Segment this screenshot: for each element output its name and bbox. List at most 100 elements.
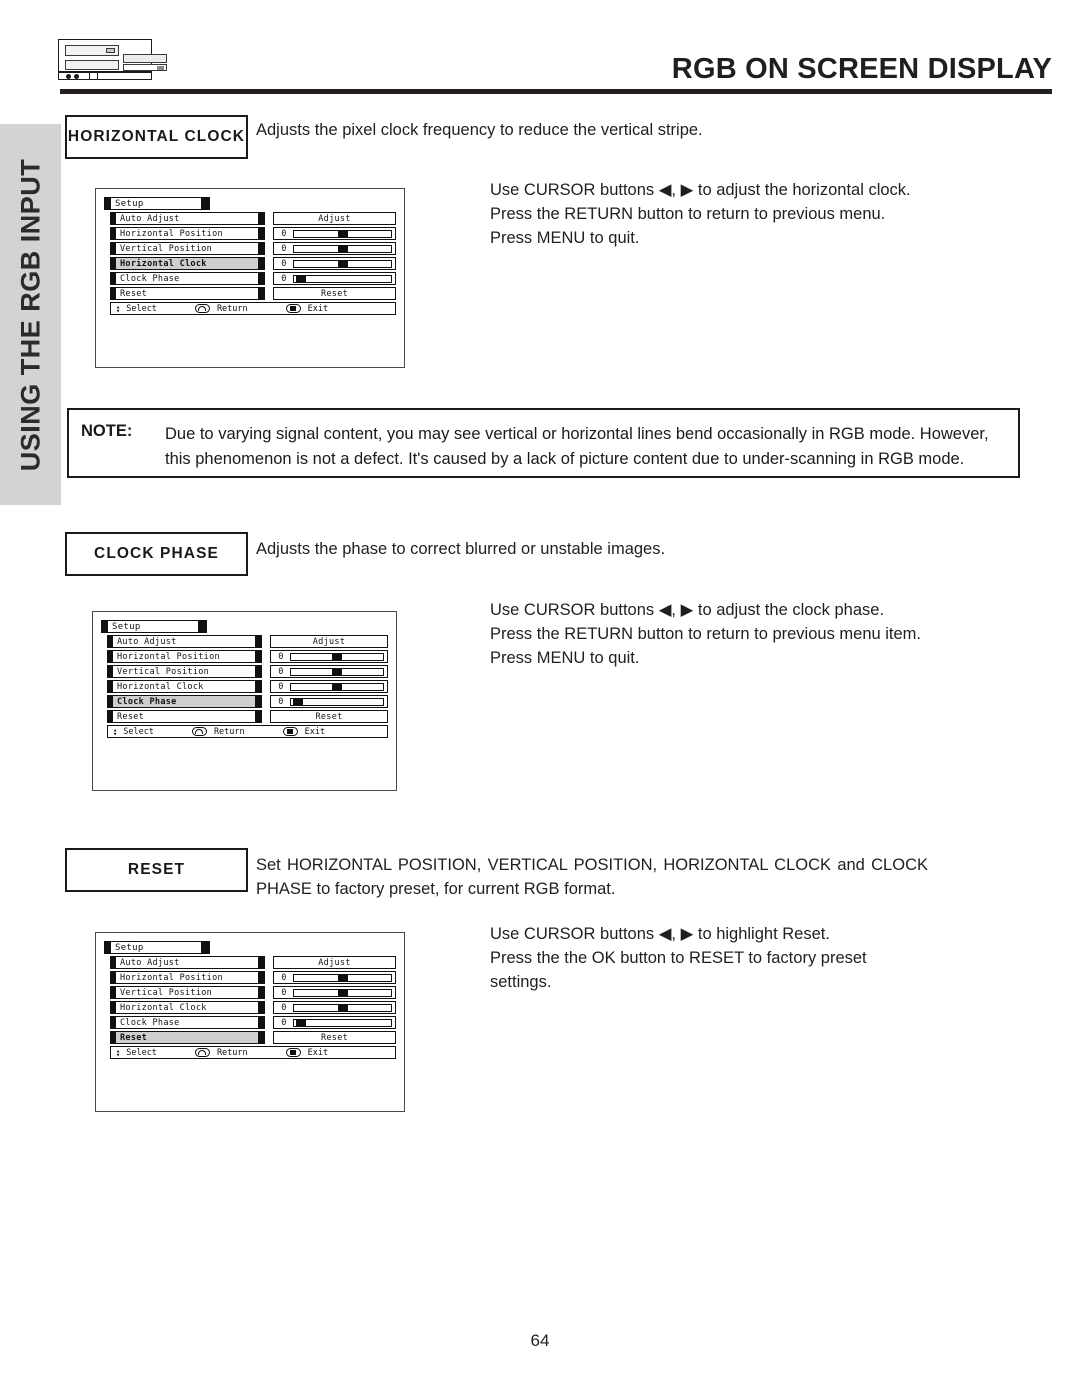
instruction-line: Press MENU to quit. [490,229,640,247]
osd-button-reset[interactable]: Reset [273,287,396,300]
osd-row-marker-right [258,1001,265,1014]
osd-button-reset[interactable]: Reset [273,1031,396,1044]
osd-slider[interactable]: 0 [273,272,396,285]
osd-slider[interactable]: 0 [273,1001,396,1014]
osd-slider-thumb[interactable] [337,1004,348,1011]
menu-key-icon[interactable] [282,727,298,736]
up-down-arrow-icon: ▴ ▾ [116,1046,121,1059]
osd-slider-thumb[interactable] [292,698,303,705]
menu-key-icon[interactable] [285,304,301,313]
osd-slider[interactable]: 0 [273,1016,396,1029]
osd-footer-select-label: Select [126,1047,157,1058]
osd-slider-thumb[interactable] [337,230,348,237]
osd-slider-track[interactable] [290,652,384,661]
osd-slider-thumb[interactable] [295,1019,306,1026]
osd-slider-track[interactable] [293,259,392,268]
osd-slider-value: 0 [278,651,284,662]
osd-row-horizontal-position[interactable]: Horizontal Position 0 [104,227,396,240]
note-label: NOTE: [81,422,133,440]
osd-slider-thumb[interactable] [332,683,342,690]
osd-footer-return-label: Return [213,726,245,737]
osd-footer-select-label: Select [123,726,154,737]
osd-title-cap-left [101,620,108,633]
osd-slider[interactable]: 0 [270,665,388,678]
osd-slider-thumb[interactable] [332,668,342,675]
osd-slider-track[interactable] [293,244,392,253]
osd-row-clock-phase[interactable]: Clock Phase 0 [104,1016,396,1029]
instruction-line: Press the RETURN button to return to pre… [490,625,922,643]
osd-row-vertical-position[interactable]: Vertical Position 0 [101,665,388,678]
osd-slider[interactable]: 0 [270,680,388,693]
osd-slider-thumb[interactable] [332,653,342,660]
osd-button-reset[interactable]: Reset [270,710,388,723]
osd-row-reset[interactable]: Reset Reset [104,287,396,300]
osd-row-clock-phase[interactable]: Clock Phase 0 [104,272,396,285]
osd-row-reset[interactable]: Reset Reset [104,1031,396,1044]
menu-key-icon[interactable] [285,1048,301,1057]
osd-button-adjust[interactable]: Adjust [273,956,396,969]
section-label-clock-phase: CLOCK PHASE [65,532,248,576]
section-label-reset: RESET [65,848,248,892]
osd-slider-track[interactable] [290,697,384,706]
osd-row-horizontal-position[interactable]: Horizontal Position 0 [101,650,388,663]
osd-slider[interactable]: 0 [273,242,396,255]
osd-slider-track[interactable] [290,682,384,691]
osd-slider-value: 0 [278,681,284,692]
return-key-icon[interactable] [194,304,210,313]
osd-row-horizontal-clock[interactable]: Horizontal Clock 0 [104,1001,396,1014]
osd-row-label: Clock Phase [116,1016,258,1029]
section-label-text: CLOCK PHASE [94,545,219,562]
osd-slider[interactable]: 0 [273,971,396,984]
osd-row-vertical-position[interactable]: Vertical Position 0 [104,242,396,255]
osd-slider-thumb[interactable] [337,260,348,267]
osd-slider-track[interactable] [293,988,392,997]
osd-row-horizontal-clock[interactable]: Horizontal Clock 0 [101,680,388,693]
osd-slider-track[interactable] [293,973,392,982]
osd-row-auto-adjust[interactable]: Auto Adjust Adjust [101,635,388,648]
osd-row-horizontal-clock[interactable]: Horizontal Clock 0 [104,257,396,270]
osd-slider-value: 0 [281,228,287,239]
up-down-arrow-icon: ▴ ▾ [116,302,121,315]
osd-slider-thumb[interactable] [337,974,348,981]
osd-title-label: Setup [111,941,201,954]
osd-slider-track[interactable] [293,229,392,238]
osd-slider-thumb[interactable] [295,275,306,282]
osd-button-adjust[interactable]: Adjust [273,212,396,225]
osd-row-auto-adjust[interactable]: Auto Adjust Adjust [104,212,396,225]
osd-row-clock-phase[interactable]: Clock Phase 0 [101,695,388,708]
osd-slider[interactable]: 0 [270,695,388,708]
osd-row-label: Auto Adjust [116,212,258,225]
page-title: RGB ON SCREEN DISPLAY [671,53,1052,85]
osd-row-auto-adjust[interactable]: Auto Adjust Adjust [104,956,396,969]
osd-slider[interactable]: 0 [273,227,396,240]
header-divider [60,89,1052,94]
osd-slider-track[interactable] [290,667,384,676]
osd-slider[interactable]: 0 [273,257,396,270]
osd-row-marker-right [258,1016,265,1029]
osd-slider-track[interactable] [293,274,392,283]
osd-slider-thumb[interactable] [337,989,348,996]
osd-row-vertical-position[interactable]: Vertical Position 0 [104,986,396,999]
osd-slider[interactable]: 0 [273,986,396,999]
osd-slider-value: 0 [278,666,284,677]
osd-button-adjust[interactable]: Adjust [270,635,388,648]
osd-slider-thumb[interactable] [337,245,348,252]
section-instructions-reset: Use CURSOR buttons ◀, ▶ to highlight Res… [490,922,1020,994]
instruction-line: Use CURSOR buttons ◀, ▶ to adjust the ho… [490,181,911,199]
osd-row-marker-right [255,710,262,723]
osd-row-horizontal-position[interactable]: Horizontal Position 0 [104,971,396,984]
osd-title-cap-left [104,941,111,954]
return-key-icon[interactable] [194,1048,210,1057]
osd-slider-track[interactable] [293,1018,392,1027]
return-key-icon[interactable] [191,727,207,736]
osd-slider-track[interactable] [293,1003,392,1012]
osd-row-marker-right [258,1031,265,1044]
osd-slider[interactable]: 0 [270,650,388,663]
osd-row-reset[interactable]: Reset Reset [101,710,388,723]
sidebar-band: USING THE RGB INPUT [0,124,61,505]
osd-slider-value: 0 [281,1002,287,1013]
osd-footer-exit-label: Exit [307,1047,329,1058]
osd-slider-value: 0 [281,273,287,284]
osd-footer-select-label: Select [126,303,157,314]
osd-title-bar: Setup [101,620,388,633]
